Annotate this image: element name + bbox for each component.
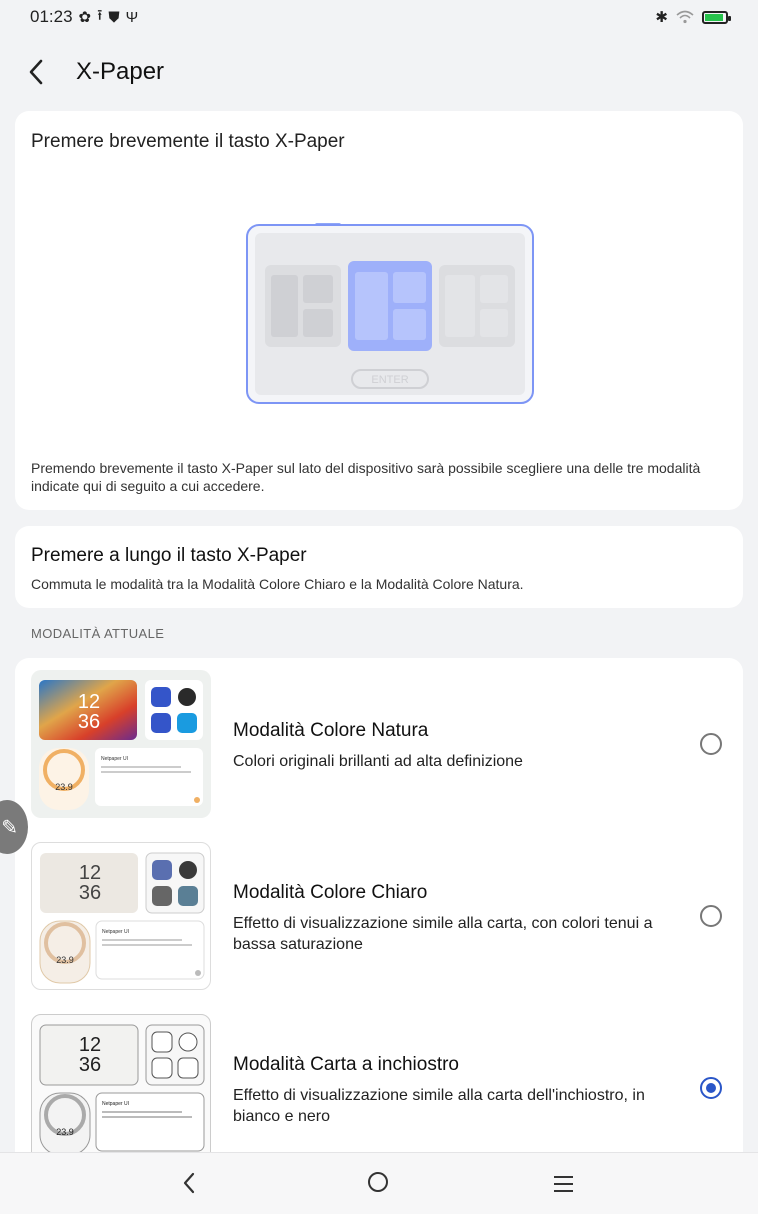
mode-description: Effetto di visualizzazione simile alla c… [233, 915, 653, 953]
svg-text:12: 12 [79, 1034, 101, 1056]
mode-item-inchiostro[interactable]: 12 36 23.9 Netpaper UI Modalità Carta a … [15, 1014, 743, 1164]
svg-text:23.9: 23.9 [56, 955, 74, 965]
radio-button[interactable] [700, 733, 722, 755]
mode-title: Modalità Carta a inchiostro [233, 1054, 459, 1075]
svg-text:Netpaper UI: Netpaper UI [101, 756, 128, 762]
nav-back-button[interactable] [182, 1169, 196, 1203]
svg-text:23.9: 23.9 [56, 1127, 74, 1137]
svg-text:23.9: 23.9 [55, 782, 73, 792]
shield-icon: ⛊ [108, 8, 120, 26]
short-press-description: Premendo brevemente il tasto X-Paper sul… [31, 460, 701, 494]
mode-item-chiaro[interactable]: 12 36 23.9 Netpaper UI Modalità Colore C… [15, 842, 743, 992]
mode-thumbnail-inchiostro: 12 36 23.9 Netpaper UI [31, 1014, 211, 1162]
mode-title: Modalità Colore Chiaro [233, 882, 428, 903]
wifi-icon [676, 10, 694, 24]
long-press-heading: Premere a lungo il tasto X-Paper [31, 545, 307, 566]
app-header: X-Paper [0, 52, 758, 92]
status-left: 01:23 ✿ ⭱ ⛊ Ψ [30, 5, 138, 30]
mode-item-natura[interactable]: 12 36 23.9 Netpaper UI Modalità Colore N… [15, 670, 743, 820]
svg-text:Netpaper UI: Netpaper UI [102, 929, 129, 935]
svg-text:12: 12 [78, 691, 100, 713]
battery-icon [702, 10, 731, 24]
radio-button-selected[interactable] [700, 1077, 722, 1099]
short-press-card: Premere brevemente il tasto X-Paper ENTE… [15, 111, 743, 510]
modes-card: 12 36 23.9 Netpaper UI Modalità Colore N… [15, 658, 743, 1178]
chevron-left-icon [29, 59, 43, 85]
pencil-icon: ✎ [1, 816, 18, 839]
status-time: 01:23 [30, 7, 73, 26]
upload-icon: ⭱ [97, 6, 103, 24]
nav-back-icon [183, 1172, 195, 1194]
nav-home-button[interactable] [368, 1172, 388, 1192]
radio-button[interactable] [700, 905, 722, 927]
svg-text:12: 12 [79, 862, 101, 884]
mode-description: Colori originali brillanti ad alta defin… [233, 753, 523, 770]
bluetooth-icon: ✱ [655, 9, 668, 26]
mode-title: Modalità Colore Natura [233, 720, 429, 741]
long-press-card[interactable]: Premere a lungo il tasto X-Paper Commuta… [15, 526, 743, 608]
status-bar: 01:23 ✿ ⭱ ⛊ Ψ ✱ [0, 0, 758, 34]
gear-icon: ✿ [78, 9, 92, 26]
mode-thumbnail-natura: 12 36 23.9 Netpaper UI [31, 670, 211, 818]
mode-description: Effetto di visualizzazione simile alla c… [233, 1087, 645, 1125]
nav-recents-button[interactable] [554, 1176, 573, 1197]
device-illustration: ENTER [246, 223, 534, 404]
navigation-bar [0, 1152, 758, 1214]
section-label: MODALITÀ ATTUALE [31, 626, 165, 641]
mode-thumbnail-chiaro: 12 36 23.9 Netpaper UI [31, 842, 211, 990]
svg-text:36: 36 [79, 1054, 101, 1076]
svg-text:36: 36 [78, 711, 100, 733]
illustration-enter-label: ENTER [371, 374, 408, 386]
svg-text:Netpaper UI: Netpaper UI [102, 1101, 129, 1107]
short-press-heading: Premere brevemente il tasto X-Paper [31, 131, 345, 152]
long-press-description: Commuta le modalità tra la Modalità Colo… [31, 576, 524, 592]
page-title: X-Paper [76, 58, 165, 85]
usb-icon: Ψ [125, 8, 139, 26]
svg-text:36: 36 [79, 882, 101, 904]
back-button[interactable] [24, 59, 48, 85]
status-right: ✱ [655, 8, 731, 26]
